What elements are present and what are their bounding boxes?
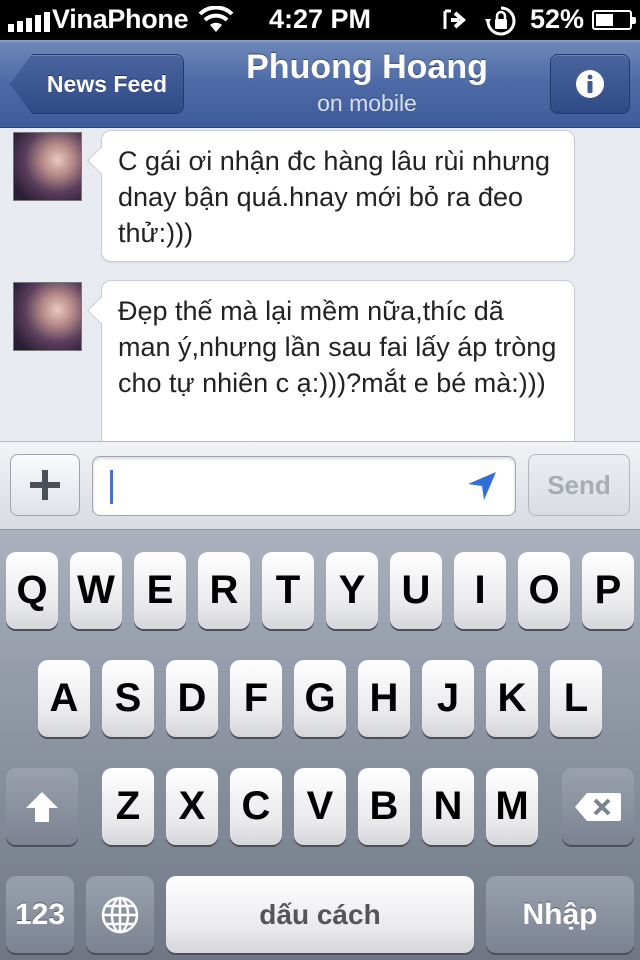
message-text: C gái ơi nhận đc hàng lâu rùi nhưng dnay… bbox=[118, 146, 551, 248]
battery-percent: 52% bbox=[530, 4, 585, 34]
message-thread[interactable]: C gái ơi nhận đc hàng lâu rùi nhưng dnay… bbox=[0, 128, 640, 441]
rotation-lock-icon bbox=[484, 5, 518, 42]
delete-icon bbox=[575, 792, 621, 821]
key-i[interactable]: I bbox=[454, 552, 506, 629]
key-n[interactable]: N bbox=[422, 768, 474, 845]
key-g[interactable]: G bbox=[294, 660, 346, 737]
key-d[interactable]: D bbox=[166, 660, 218, 737]
globe-icon bbox=[101, 896, 139, 933]
status-bar: VinaPhone 4:27 PM 52% bbox=[0, 0, 640, 40]
globe-key[interactable] bbox=[86, 876, 154, 953]
key-j[interactable]: J bbox=[422, 660, 474, 737]
message-bubble[interactable]: Đẹp thế mà lại mềm nữa,thíc dã man ý,như… bbox=[101, 280, 575, 441]
nav-bar: News Feed Phuong Hoang on mobile bbox=[0, 40, 640, 128]
key-v[interactable]: V bbox=[294, 768, 346, 845]
key-e[interactable]: E bbox=[134, 552, 186, 629]
message-text: Đẹp thế mà lại mềm nữa,thíc dã man ý,như… bbox=[118, 296, 557, 398]
key-c[interactable]: C bbox=[230, 768, 282, 845]
key-t[interactable]: T bbox=[262, 552, 314, 629]
key-w[interactable]: W bbox=[70, 552, 122, 629]
key-u[interactable]: U bbox=[390, 552, 442, 629]
shift-key[interactable] bbox=[6, 768, 78, 845]
message-input[interactable] bbox=[92, 456, 516, 516]
plus-icon bbox=[30, 470, 60, 500]
key-k[interactable]: K bbox=[486, 660, 538, 737]
location-arrow-icon[interactable] bbox=[466, 470, 498, 507]
info-icon bbox=[576, 70, 604, 98]
space-bar[interactable]: dấu cách bbox=[166, 876, 474, 953]
key-l[interactable]: L bbox=[550, 660, 602, 737]
key-z[interactable]: Z bbox=[102, 768, 154, 845]
message-bubble[interactable]: C gái ơi nhận đc hàng lâu rùi nhưng dnay… bbox=[101, 130, 575, 262]
send-button[interactable]: Send bbox=[528, 454, 630, 516]
key-m[interactable]: M bbox=[486, 768, 538, 845]
key-s[interactable]: S bbox=[102, 660, 154, 737]
keyboard: Q W E R T Y U I O P A S D F G H J K L Z … bbox=[0, 530, 640, 960]
presence-status: on mobile bbox=[317, 90, 417, 116]
key-a[interactable]: A bbox=[38, 660, 90, 737]
shift-icon bbox=[26, 791, 58, 822]
key-b[interactable]: B bbox=[358, 768, 410, 845]
info-button[interactable] bbox=[550, 54, 630, 114]
key-r[interactable]: R bbox=[198, 552, 250, 629]
key-h[interactable]: H bbox=[358, 660, 410, 737]
return-key[interactable]: Nhập bbox=[486, 876, 634, 953]
add-attachment-button[interactable] bbox=[10, 454, 80, 516]
composer-bar: Send bbox=[0, 441, 640, 530]
battery-icon bbox=[592, 10, 636, 30]
text-cursor bbox=[110, 470, 113, 504]
conversation-title: Phuong Hoang bbox=[246, 48, 488, 86]
avatar[interactable] bbox=[13, 132, 82, 201]
key-p[interactable]: P bbox=[582, 552, 634, 629]
key-o[interactable]: O bbox=[518, 552, 570, 629]
key-y[interactable]: Y bbox=[326, 552, 378, 629]
location-icon bbox=[441, 7, 469, 38]
key-x[interactable]: X bbox=[166, 768, 218, 845]
numbers-key[interactable]: 123 bbox=[6, 876, 74, 953]
delete-key[interactable] bbox=[562, 768, 634, 845]
key-q[interactable]: Q bbox=[6, 552, 58, 629]
avatar[interactable] bbox=[13, 282, 82, 351]
key-f[interactable]: F bbox=[230, 660, 282, 737]
